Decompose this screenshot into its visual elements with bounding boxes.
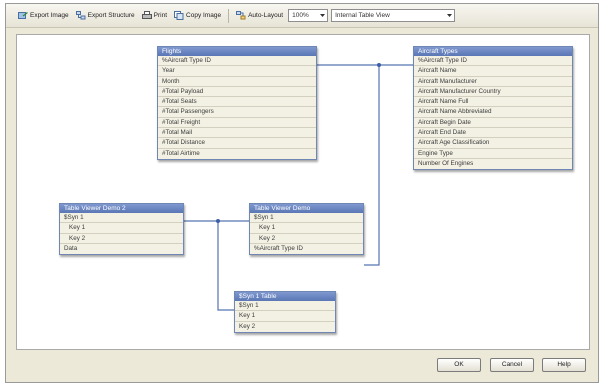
table-viewer-window: Export Image Export Structure Print Copy…	[5, 3, 599, 383]
table-field: Month	[158, 77, 316, 87]
chevron-down-icon[interactable]	[317, 10, 327, 21]
table-field: #Total Seats	[158, 97, 316, 108]
table-field: #Total Freight	[158, 118, 316, 129]
table-title[interactable]: Table Viewer Demo	[250, 204, 363, 213]
table-title[interactable]: Flights	[158, 47, 316, 56]
link-demo-aircraft-types	[364, 65, 380, 266]
ok-button[interactable]: OK	[437, 358, 481, 372]
table-field: Key 2	[250, 234, 363, 244]
table-title[interactable]: $Syn 1 Table	[235, 292, 335, 301]
copy-image-label: Copy Image	[186, 12, 222, 19]
table-field: Aircraft Name Full	[414, 97, 572, 108]
table-field: #Total Mail	[158, 128, 316, 139]
toolbar: Export Image Export Structure Print Copy…	[6, 4, 598, 28]
table-field: %Aircraft Type ID	[158, 56, 316, 67]
table-field: Aircraft Name	[414, 66, 572, 77]
table-field: Key 1	[235, 311, 335, 322]
zoom-value: 100%	[292, 12, 309, 19]
table-title[interactable]: Table Viewer Demo 2	[60, 204, 183, 213]
chevron-down-icon[interactable]	[444, 10, 454, 21]
table-field: Aircraft Begin Date	[414, 118, 572, 129]
table-field: Aircraft Age Classification	[414, 138, 572, 149]
table-field: #Total Payload	[158, 87, 316, 98]
table-field: Engine Type	[414, 149, 572, 159]
table-syn1-table[interactable]: $Syn 1 Table $Syn 1 Key 1 Key 2	[234, 291, 336, 333]
export-structure-icon	[75, 11, 86, 20]
table-field: Aircraft Manufacturer	[414, 77, 572, 87]
table-field: #Total Passengers	[158, 107, 316, 118]
table-field: Aircraft End Date	[414, 128, 572, 139]
table-field: Key 1	[60, 223, 183, 234]
table-field: %Aircraft Type ID	[254, 244, 303, 252]
link-demo2-syn1-table	[217, 221, 234, 311]
table-field: Key 2	[60, 234, 183, 244]
help-button[interactable]: Help	[542, 358, 586, 372]
print-label: Print	[153, 12, 168, 19]
structure-canvas[interactable]: Flights %Aircraft Type ID Year Month #To…	[16, 34, 590, 350]
table-field: Key 2	[239, 322, 256, 330]
table-field: Data	[64, 244, 78, 252]
print-button[interactable]: Print	[140, 10, 169, 21]
table-field: Key 1	[250, 223, 363, 234]
table-field: $Syn 1	[235, 301, 335, 312]
view-value: Internal Table View	[335, 12, 390, 19]
toolbar-separator	[228, 8, 230, 23]
table-field: Aircraft Name Abbreviated	[414, 107, 572, 118]
copy-image-button[interactable]: Copy Image	[172, 10, 223, 21]
table-field: $Syn 1	[250, 213, 363, 224]
zoom-select[interactable]: 100%	[288, 9, 329, 22]
table-aircraft-types[interactable]: Aircraft Types %Aircraft Type ID Aircraf…	[413, 46, 573, 171]
table-field: $Syn 1	[60, 213, 183, 224]
link-junction	[377, 63, 381, 67]
copy-icon	[174, 11, 184, 20]
link-junction	[216, 219, 220, 223]
auto-layout-label: Auto-Layout	[248, 12, 284, 19]
export-image-label: Export Image	[30, 12, 69, 19]
table-title[interactable]: Aircraft Types	[414, 47, 572, 56]
view-select[interactable]: Internal Table View	[331, 9, 456, 22]
export-image-button[interactable]: Export Image	[16, 10, 71, 21]
printer-icon	[141, 11, 152, 19]
export-structure-label: Export Structure	[87, 12, 135, 19]
export-image-icon	[18, 12, 28, 19]
table-field: Aircraft Manufacturer Country	[414, 87, 572, 98]
auto-layout-button[interactable]: Auto-Layout	[234, 10, 285, 21]
table-flights[interactable]: Flights %Aircraft Type ID Year Month #To…	[157, 46, 317, 160]
table-field: #Total Distance	[158, 138, 316, 149]
cancel-button[interactable]: Cancel	[490, 358, 534, 372]
table-field: #Total Airtime	[162, 149, 200, 157]
auto-layout-icon	[236, 11, 246, 20]
export-structure-button[interactable]: Export Structure	[74, 10, 137, 21]
table-table-viewer-demo-2[interactable]: Table Viewer Demo 2 $Syn 1 Key 1 Key 2 D…	[59, 203, 184, 256]
table-field: Number Of Engines	[418, 159, 474, 167]
dialog-footer: OK Cancel Help	[6, 352, 598, 382]
table-field: %Aircraft Type ID	[414, 56, 572, 67]
table-table-viewer-demo[interactable]: Table Viewer Demo $Syn 1 Key 1 Key 2 %Ai…	[249, 203, 364, 256]
table-field: Year	[158, 66, 316, 77]
